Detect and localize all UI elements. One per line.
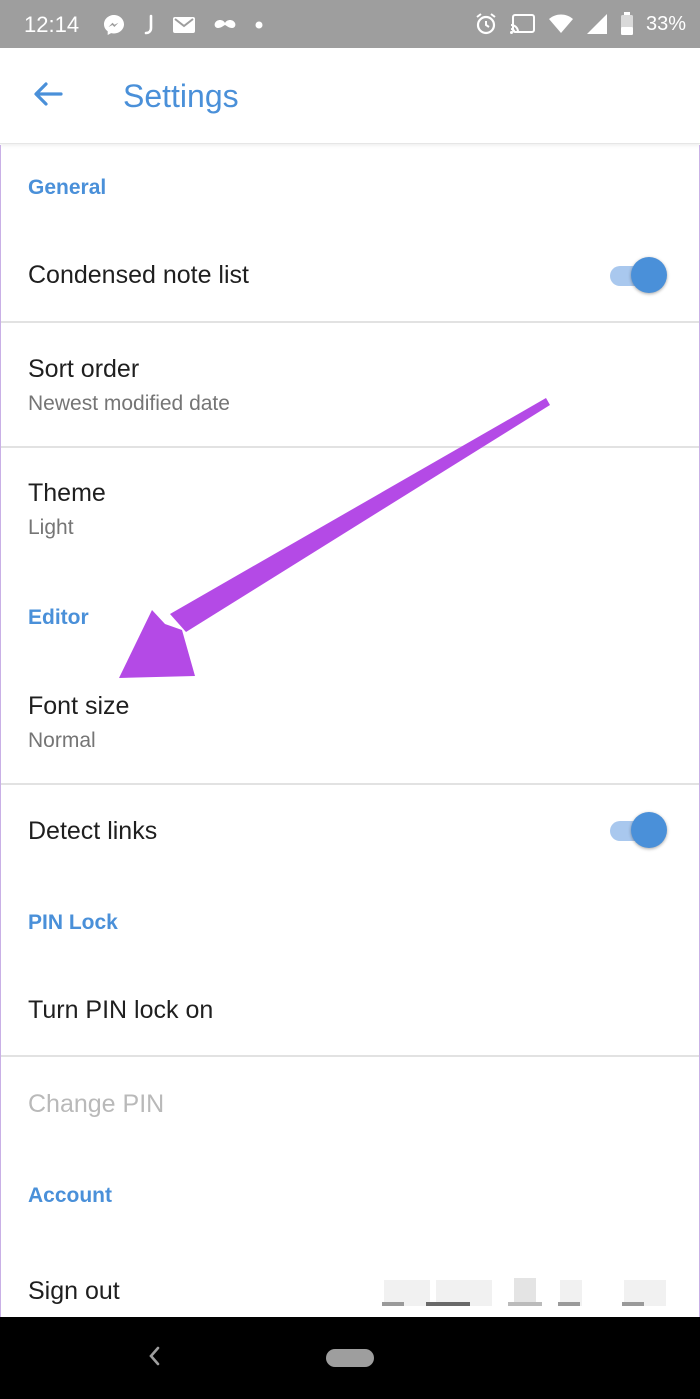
status-bar: 12:14 33% <box>0 0 700 48</box>
page-title: Settings <box>123 78 239 114</box>
section-header-editor: Editor <box>28 606 89 629</box>
blur-block <box>514 1278 536 1304</box>
nav-home-pill-icon[interactable] <box>326 1349 374 1367</box>
messenger-icon <box>102 13 126 37</box>
nav-back-icon <box>147 1345 161 1372</box>
notification-icons <box>102 12 264 38</box>
gmail-icon <box>172 15 196 35</box>
signal-icon <box>586 13 608 35</box>
battery-percent: 33% <box>645 12 686 35</box>
setting-value: Light <box>28 516 74 539</box>
j-app-icon <box>142 13 156 37</box>
section-header-general: General <box>28 176 107 199</box>
setting-title: Sort order <box>28 355 140 383</box>
setting-title: Change PIN <box>28 1090 165 1118</box>
setting-value: Newest modified date <box>28 392 230 415</box>
section-header-pin-lock: PIN Lock <box>28 911 118 934</box>
setting-title: Font size <box>28 692 130 720</box>
setting-title: Sign out <box>28 1277 120 1305</box>
nav-back-button[interactable] <box>140 1341 168 1375</box>
app-bar: Settings <box>0 48 700 144</box>
setting-title: Condensed note list <box>28 261 249 289</box>
setting-turn-pin-lock-on[interactable]: Turn PIN lock on <box>0 967 700 1055</box>
dot-icon <box>254 20 264 30</box>
blur-line <box>558 1302 580 1306</box>
section-header-account: Account <box>28 1184 112 1207</box>
toggle-thumb <box>631 257 667 293</box>
mustache-icon <box>212 18 238 32</box>
settings-list: General Condensed note list Sort order N… <box>0 145 700 1317</box>
setting-title: Theme <box>28 479 106 507</box>
back-button[interactable] <box>22 72 74 120</box>
alarm-icon <box>474 12 498 36</box>
setting-font-size[interactable]: Font size Normal <box>0 657 700 783</box>
blur-line <box>426 1302 470 1306</box>
system-nav-bar <box>0 1317 700 1399</box>
detect-links-toggle[interactable] <box>610 812 667 848</box>
setting-theme[interactable]: Theme Light <box>0 448 700 578</box>
blur-line <box>508 1302 542 1306</box>
setting-sort-order[interactable]: Sort order Newest modified date <box>0 323 700 446</box>
setting-change-pin: Change PIN <box>0 1057 700 1155</box>
setting-detect-links[interactable]: Detect links <box>0 785 700 875</box>
setting-title: Turn PIN lock on <box>28 996 214 1024</box>
frame-border-left <box>0 145 1 1317</box>
setting-value: Normal <box>28 729 96 752</box>
toggle-thumb <box>631 812 667 848</box>
setting-sign-out[interactable]: Sign out <box>0 1243 700 1317</box>
wifi-icon <box>548 13 574 35</box>
setting-title: Detect links <box>28 817 158 845</box>
arrow-left-icon <box>33 81 63 112</box>
system-status-icons: 33% <box>474 10 686 38</box>
status-time: 12:14 <box>24 12 80 37</box>
setting-condensed-note-list[interactable]: Condensed note list <box>0 231 700 321</box>
battery-icon <box>620 12 634 36</box>
blur-line <box>382 1302 404 1306</box>
condensed-note-list-toggle[interactable] <box>610 257 667 293</box>
cast-icon <box>509 13 536 35</box>
blur-line <box>622 1302 644 1306</box>
